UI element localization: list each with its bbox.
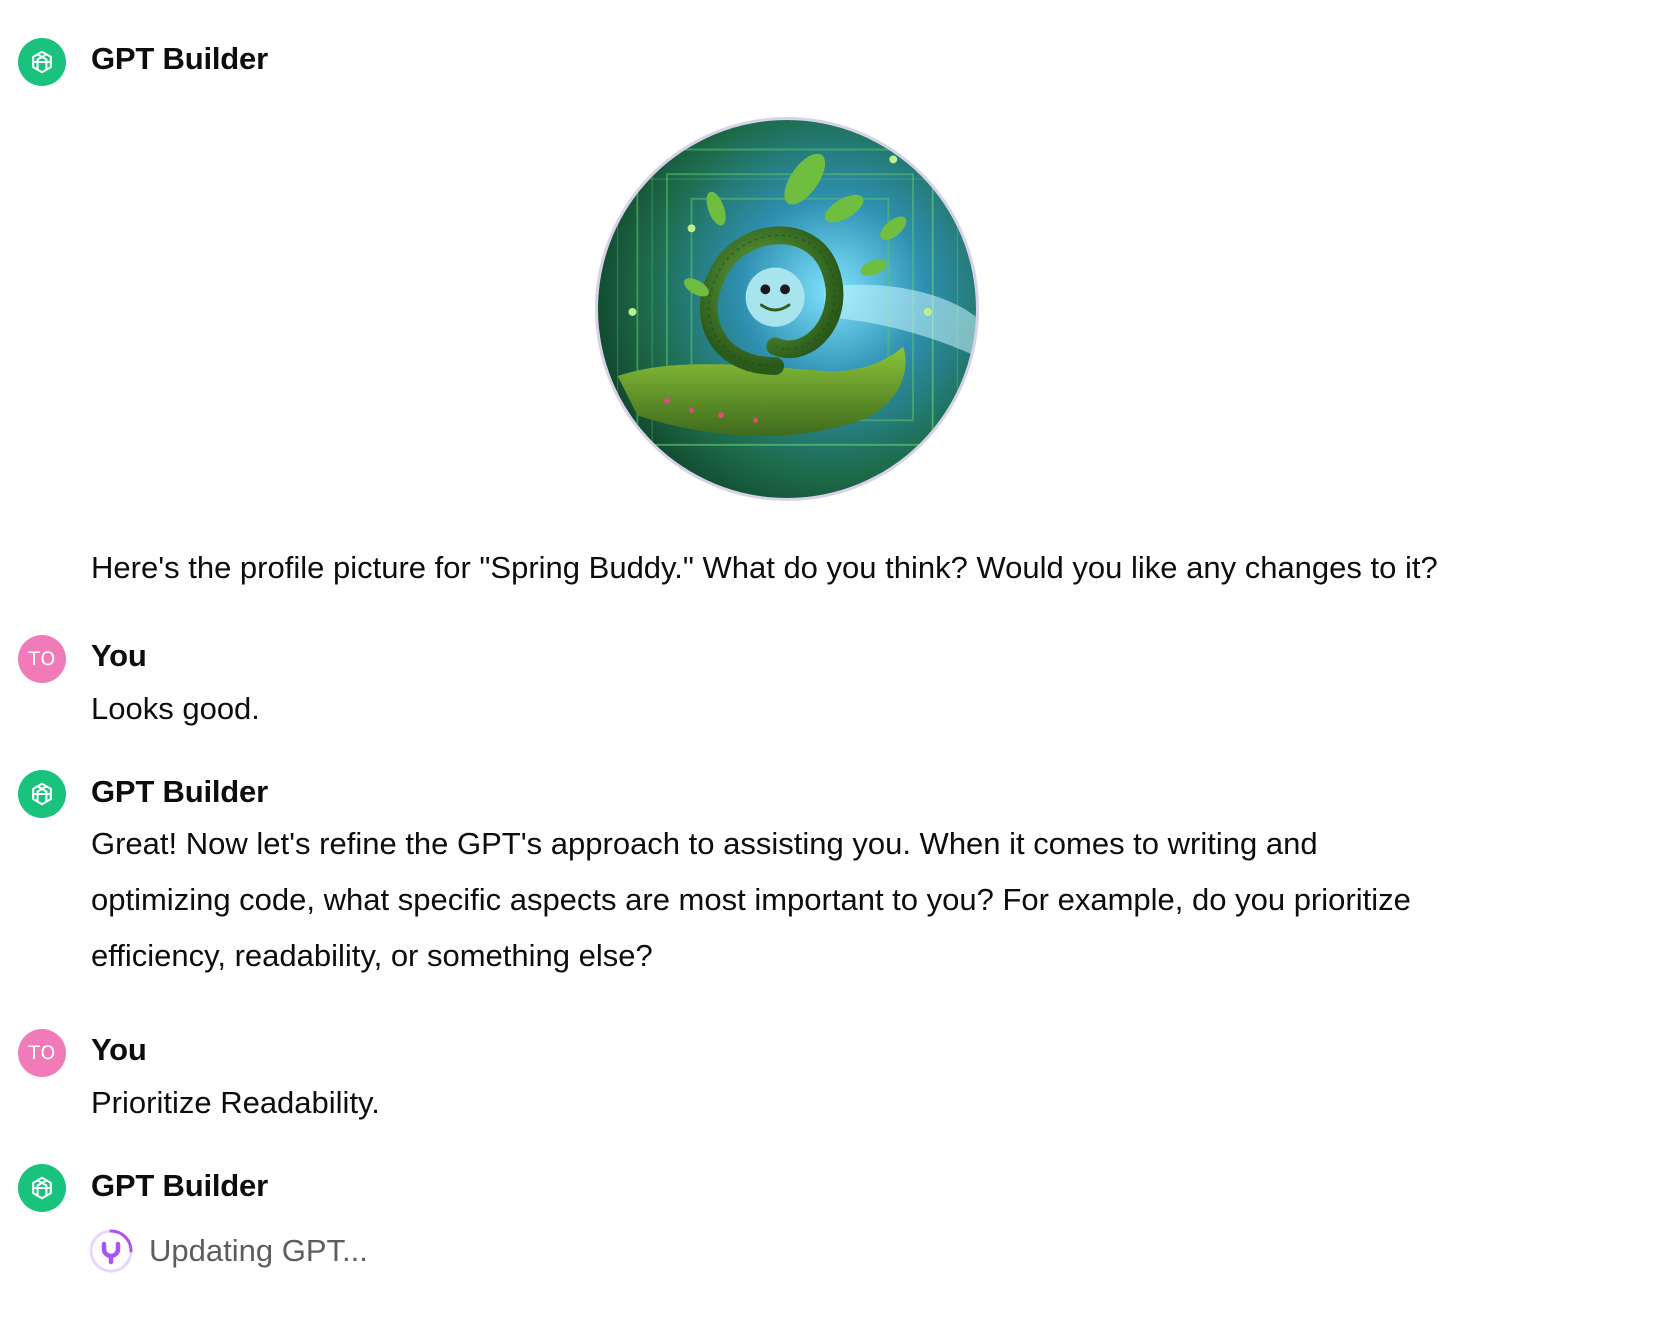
gpt-builder-avatar: [18, 38, 66, 86]
message-author: GPT Builder: [91, 41, 268, 76]
message-text: Great! Now let's refine the GPT's approa…: [91, 816, 1511, 984]
message-text: Prioritize Readability.: [91, 1085, 380, 1120]
message-author: GPT Builder: [91, 774, 268, 809]
openai-logo-icon: [32, 50, 52, 74]
message-author: You: [91, 1032, 147, 1067]
updating-status: Updating GPT...: [87, 1227, 368, 1275]
profile-picture-spring-buddy[interactable]: [595, 117, 979, 501]
message-text: Looks good.: [91, 691, 260, 726]
updating-status-text: Updating GPT...: [149, 1233, 368, 1268]
message-author: GPT Builder: [91, 1168, 268, 1203]
message-text: Here's the profile picture for "Spring B…: [91, 550, 1438, 585]
openai-logo-icon: [32, 782, 52, 806]
message-text-line: efficiency, readability, or something el…: [91, 938, 653, 973]
openai-logo-icon: [32, 1176, 52, 1200]
user-avatar: TO: [18, 635, 66, 683]
gpt-builder-avatar: [18, 770, 66, 818]
message-text-line: Great! Now let's refine the GPT's approa…: [91, 826, 1318, 861]
gpt-builder-avatar: [18, 1164, 66, 1212]
message-text-line: optimizing code, what specific aspects a…: [91, 882, 1411, 917]
message-author: You: [91, 638, 147, 673]
updating-spinner-icon: [89, 1229, 133, 1273]
user-avatar: TO: [18, 1029, 66, 1077]
